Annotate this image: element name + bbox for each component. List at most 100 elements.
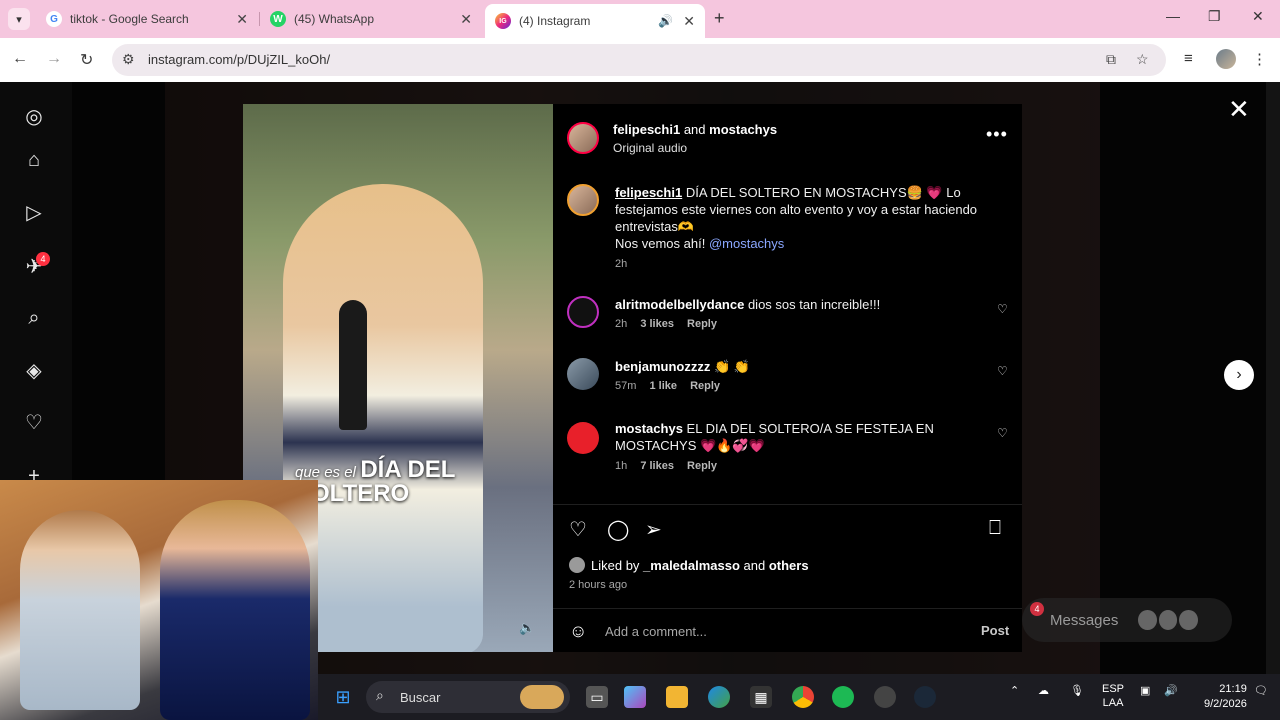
page-scrollbar[interactable] [1266,82,1280,720]
steam-icon[interactable] [914,686,936,708]
volume-icon[interactable]: 🔊 [1164,684,1178,697]
tab-title: (4) Instagram [519,14,591,28]
instagram-logo-icon[interactable]: ◎ [22,104,46,128]
author-avatar[interactable] [567,122,599,154]
collaborator-link[interactable]: mostachys [709,122,777,137]
more-options-icon[interactable]: ••• [986,124,1008,145]
liked-by-prefix: Liked by [591,557,640,573]
tab-instagram[interactable]: IG (4) Instagram 🔊 ✕ [485,4,705,38]
save-bookmark-icon[interactable]: ⎕ [989,517,1001,540]
reels-icon[interactable]: ▷ [22,200,46,224]
bookmark-star-icon[interactable]: ☆ [1136,51,1149,68]
tab-whatsapp[interactable]: W (45) WhatsApp ✕ [260,4,482,34]
media-control-icon[interactable]: ≡ [1184,50,1193,67]
caption-username[interactable]: felipeschi1 [615,185,682,200]
file-explorer-icon[interactable] [666,686,688,708]
game-launcher-icon[interactable] [874,686,896,708]
messages-button[interactable]: 4 Messages [1022,598,1232,642]
comment-meta: 57m 1 like Reply [615,380,730,392]
microphone-icon[interactable]: 🎙 [1070,684,1084,697]
language-indicator[interactable]: ESP LAA [1102,682,1124,710]
comment-likes[interactable]: 1 like [649,380,677,392]
close-tab-icon[interactable]: ✕ [236,11,248,28]
forward-icon[interactable]: → [46,50,62,68]
browser-menu-icon[interactable]: ⋮ [1252,50,1267,68]
show-hidden-icons[interactable]: ⌃ [1010,684,1019,697]
comment-username[interactable]: alritmodelbellydance [615,297,744,312]
caption-avatar[interactable] [567,184,599,216]
onedrive-icon[interactable]: ☁ [1038,684,1049,697]
comment-likes[interactable]: 3 likes [640,318,674,330]
comment-avatar[interactable] [567,296,599,328]
start-icon[interactable]: ⊞ [332,686,354,708]
mute-icon[interactable]: 🔈 [519,620,535,636]
comment-icon[interactable]: ◯ [607,517,629,542]
notifications-icon[interactable]: 🗨 [1254,684,1268,697]
close-modal-icon[interactable]: ✕ [1228,94,1250,125]
url-text[interactable]: instagram.com/p/DUjZIL_koOh/ [148,52,330,67]
comment-avatar[interactable] [567,358,599,390]
spotify-icon[interactable] [832,686,854,708]
clock-time: 21:19 [1219,683,1247,695]
post-comment-button[interactable]: Post [981,623,1009,638]
liked-by-others[interactable]: others [769,558,809,573]
taskbar-search[interactable]: ⌕ Buscar [366,681,570,713]
share-icon[interactable]: ➢ [645,517,662,542]
liker-avatar[interactable] [569,557,585,573]
comments-list[interactable]: felipeschi1 DÍA DEL SOLTERO EN MOSTACHYS… [553,168,1022,504]
close-tab-icon[interactable]: ✕ [683,13,695,30]
minimize-icon[interactable]: — [1166,8,1180,24]
comment-input[interactable] [605,617,965,645]
like-comment-icon[interactable]: ♡ [997,426,1008,440]
comment-username[interactable]: mostachys [615,421,683,436]
reply-button[interactable]: Reply [690,380,720,392]
tab-search-button[interactable]: ▾ [8,8,30,30]
m365-icon[interactable] [624,686,646,708]
like-comment-icon[interactable]: ♡ [997,302,1008,316]
network-icon[interactable]: ▣ [1140,684,1150,697]
task-view-icon[interactable]: ▭ [586,686,608,708]
messages-badge: 4 [1030,602,1044,616]
search-icon[interactable]: ⌕ [22,306,46,330]
site-info-icon[interactable]: ⚙ [122,51,135,68]
close-tab-icon[interactable]: ✕ [460,11,472,28]
author-link[interactable]: felipeschi1 [613,122,680,137]
chrome-icon[interactable] [792,686,814,708]
tab-google-search[interactable]: G tiktok - Google Search ✕ [36,4,258,34]
new-tab-button[interactable]: + [714,8,725,29]
reply-button[interactable]: Reply [687,318,717,330]
explore-icon[interactable]: ◈ [22,358,46,382]
post-actions: ♡ ◯ ➢ ⎕ Liked by _maledalmasso and other… [553,504,1022,614]
install-app-icon[interactable]: ⧉ [1106,51,1116,68]
webcam-person-left [20,510,140,710]
next-post-button[interactable]: › [1224,360,1254,390]
window-close-icon[interactable]: ✕ [1252,8,1264,25]
reply-button[interactable]: Reply [687,460,717,472]
restore-icon[interactable]: ❐ [1208,8,1221,25]
emoji-icon[interactable]: ☺ [569,621,587,642]
comment-time: 57m [615,380,637,392]
address-bar[interactable]: ⚙ instagram.com/p/DUjZIL_koOh/ ⧉ ☆ [112,44,1166,76]
comment-text: mostachys EL DIA DEL SOLTERO/A SE FESTEJ… [615,420,985,454]
clock[interactable]: 21:19 9/2/2026 [1204,682,1247,712]
comment-avatar[interactable] [567,422,599,454]
store-icon[interactable]: ▦ [750,686,772,708]
home-icon[interactable]: ⌂ [22,148,46,172]
reload-icon[interactable]: ↻ [80,50,93,70]
like-icon[interactable]: ♡ [569,517,587,542]
comment-time: 2h [615,318,628,330]
like-comment-icon[interactable]: ♡ [997,364,1008,378]
search-highlight-image [520,685,564,709]
liked-by-and: and [743,557,766,573]
notifications-heart-icon[interactable]: ♡ [22,410,46,434]
edge-icon[interactable] [708,686,730,708]
comment-username[interactable]: benjamunozzzz [615,359,710,374]
liked-by-user[interactable]: _maledalmasso [643,558,740,573]
profile-avatar[interactable] [1216,49,1236,69]
post-header: felipeschi1 and mostachys Original audio… [553,104,1022,168]
caption-mention[interactable]: @mostachys [709,236,784,251]
comment-likes[interactable]: 7 likes [640,460,674,472]
audio-link[interactable]: Original audio [613,141,687,155]
speaker-icon[interactable]: 🔊 [658,14,673,28]
back-icon[interactable]: ← [12,50,28,68]
